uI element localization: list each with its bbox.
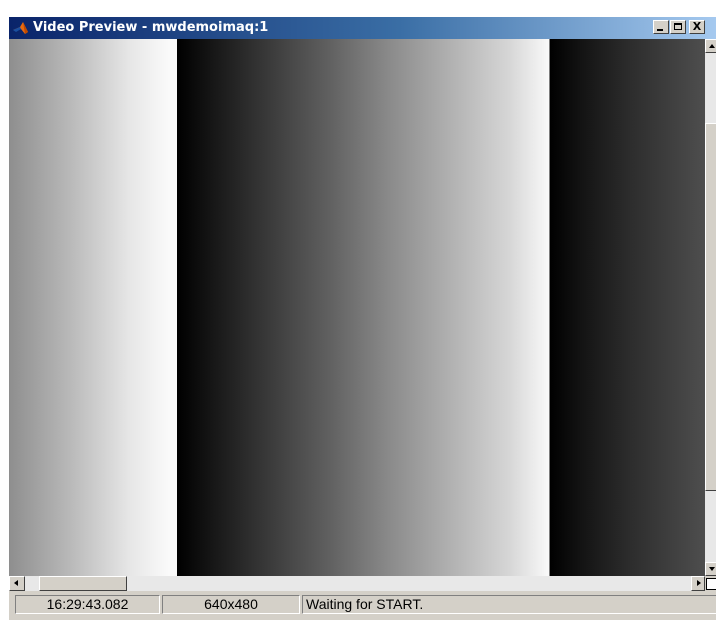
- arrow-down-icon: [709, 567, 715, 571]
- matlab-logo-icon: [13, 22, 28, 34]
- status-resolution: 640x480: [162, 595, 300, 614]
- maximize-button[interactable]: [670, 20, 686, 34]
- video-preview-window: Video Preview - mwdemoimaq:1 X 16:29:43.…: [8, 16, 716, 620]
- arrow-left-icon: [14, 580, 18, 586]
- vertical-scrollbar[interactable]: [705, 39, 716, 576]
- scroll-up-button[interactable]: [705, 39, 716, 53]
- minimize-icon: [657, 29, 663, 31]
- size-grip-icon: [706, 578, 716, 590]
- close-button[interactable]: X: [689, 20, 705, 34]
- scrollbar-corner: [705, 576, 716, 591]
- arrow-up-icon: [709, 44, 715, 48]
- close-icon: X: [692, 20, 702, 33]
- horizontal-scroll-thumb[interactable]: [39, 576, 127, 591]
- minimize-button[interactable]: [653, 20, 669, 34]
- window-title: Video Preview - mwdemoimaq:1: [33, 20, 269, 35]
- horizontal-scrollbar[interactable]: [25, 576, 705, 591]
- arrow-right-icon: [697, 580, 701, 586]
- video-preview-image: [9, 39, 705, 576]
- title-bar[interactable]: Video Preview - mwdemoimaq:1 X: [9, 17, 716, 39]
- vertical-scroll-thumb[interactable]: [705, 123, 716, 491]
- maximize-icon: [674, 23, 682, 30]
- scroll-right-button[interactable]: [691, 576, 705, 591]
- scroll-down-button[interactable]: [705, 562, 716, 576]
- status-timestamp: 16:29:43.082: [15, 595, 160, 614]
- scroll-left-button[interactable]: [9, 576, 25, 591]
- status-message: Waiting for START.: [302, 595, 716, 614]
- status-bar: 16:29:43.082 640x480 Waiting for START.: [9, 592, 716, 614]
